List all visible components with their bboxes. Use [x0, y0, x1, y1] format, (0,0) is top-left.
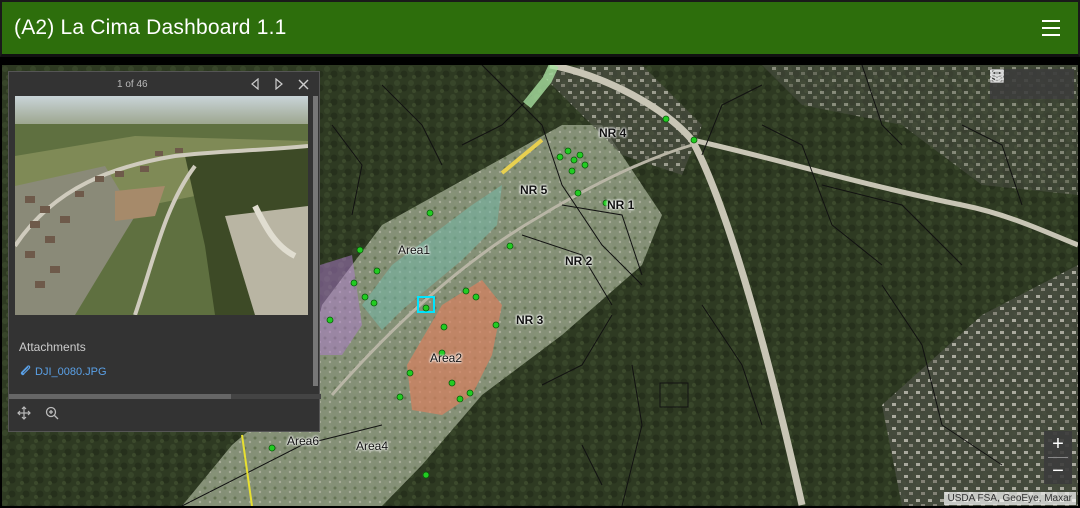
map-label-area1: Area1: [398, 243, 431, 257]
next-feature-icon[interactable]: [271, 76, 287, 92]
map-label-nr1: NR 1: [607, 198, 635, 212]
map-label-area6: Area6: [287, 434, 320, 448]
zoom-out-button[interactable]: −: [1044, 458, 1072, 484]
attachments-heading: Attachments: [19, 340, 86, 354]
popup-counter: 1 of 46: [117, 79, 148, 90]
attachment-link[interactable]: DJI_0080.JPG: [19, 364, 107, 379]
layers-icon[interactable]: [990, 69, 1046, 99]
app-title: (A2) La Cima Dashboard 1.1: [14, 16, 287, 39]
close-icon[interactable]: [295, 76, 311, 92]
map-label-area2: Area2: [430, 351, 463, 365]
map-label-nr5: NR 5: [520, 183, 548, 197]
zoom-controls: + −: [1044, 431, 1072, 484]
attachment-filename: DJI_0080.JPG: [35, 365, 107, 378]
popup-header: 1 of 46: [9, 72, 319, 96]
zoom-in-button[interactable]: +: [1044, 431, 1072, 457]
zoom-to-icon[interactable]: [45, 406, 59, 425]
basemap-gallery-icon[interactable]: [990, 69, 1074, 99]
previous-feature-icon[interactable]: [247, 76, 263, 92]
hamburger-menu-icon[interactable]: [1042, 20, 1060, 36]
map-label-area4: Area4: [356, 439, 389, 453]
app-header: (A2) La Cima Dashboard 1.1: [0, 0, 1080, 57]
popup-vertical-scrollbar[interactable]: [313, 96, 318, 386]
map-attribution: USDA FSA, GeoEye, Maxar: [943, 492, 1076, 505]
map-label-nr3: NR 3: [516, 313, 544, 327]
map-label-nr2: NR 2: [565, 254, 593, 268]
map-widget-toolbar: [990, 69, 1074, 99]
feature-popup: 1 of 46 Attachments DJI_0080.JPG: [8, 71, 321, 432]
pan-to-icon[interactable]: [17, 405, 31, 425]
popup-actions: [9, 399, 319, 431]
drone-photo[interactable]: [15, 96, 308, 315]
paperclip-icon: [19, 364, 31, 379]
map-label-nr4: NR 4: [599, 126, 627, 140]
